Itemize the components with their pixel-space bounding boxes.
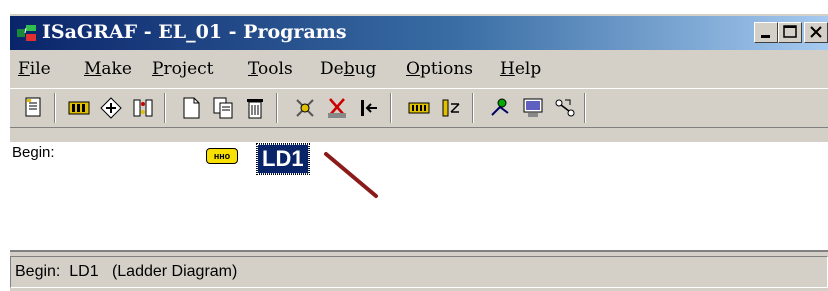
maximize-button[interactable] bbox=[778, 22, 802, 43]
io-board-icon[interactable] bbox=[406, 95, 432, 121]
title-bar[interactable]: ISaGRAF - EL_01 - Programs bbox=[10, 16, 828, 50]
begin-section-label: Begin: bbox=[12, 144, 55, 161]
close-icon bbox=[810, 26, 822, 38]
pointer-arrow-annotation bbox=[324, 152, 378, 198]
simulate-icon[interactable] bbox=[438, 95, 464, 121]
menu-help[interactable]: Help bbox=[500, 59, 541, 79]
program-item-ld1[interactable]: LD1 bbox=[256, 143, 310, 175]
toolbar-separator bbox=[390, 93, 392, 123]
status-text: Begin: LD1 (Ladder Diagram) bbox=[15, 263, 238, 280]
toolbar bbox=[10, 88, 828, 128]
close-button[interactable] bbox=[804, 22, 828, 43]
download-icon[interactable] bbox=[552, 95, 578, 121]
monitor-icon[interactable] bbox=[520, 95, 546, 121]
status-divider bbox=[10, 250, 828, 252]
toolbar-separator bbox=[276, 93, 278, 123]
window-title: ISaGRAF - EL_01 - Programs bbox=[42, 21, 347, 43]
io-connection-icon[interactable] bbox=[130, 95, 156, 121]
toolbar-separator bbox=[584, 93, 586, 123]
desktop-left bbox=[0, 0, 10, 291]
maximize-icon bbox=[783, 25, 797, 38]
program-list[interactable]: Begin: нно LD1 bbox=[10, 142, 828, 250]
minimize-button[interactable] bbox=[754, 22, 778, 43]
delete-program-icon[interactable] bbox=[242, 95, 268, 121]
connect-icon[interactable] bbox=[98, 95, 124, 121]
ladder-diagram-icon: нно bbox=[206, 148, 238, 164]
toolbar-separator bbox=[54, 93, 56, 123]
isagraf-app-icon bbox=[17, 25, 36, 41]
copy-program-icon[interactable] bbox=[210, 95, 236, 121]
menu-project[interactable]: Project bbox=[152, 59, 214, 79]
new-program-icon[interactable] bbox=[178, 95, 204, 121]
stop-icon[interactable] bbox=[324, 95, 350, 121]
menu-file[interactable]: File bbox=[18, 59, 51, 79]
desktop-top bbox=[0, 0, 828, 14]
menu-options[interactable]: Options bbox=[406, 59, 473, 79]
isagraf-window: ISaGRAF - EL_01 - Programs File Make Pro… bbox=[0, 0, 828, 291]
compile-icon[interactable] bbox=[292, 95, 318, 121]
toolbar-separator bbox=[472, 93, 474, 123]
menu-tools[interactable]: Tools bbox=[248, 59, 293, 79]
edit-program-icon[interactable] bbox=[20, 95, 46, 121]
toolbar-separator bbox=[164, 93, 166, 123]
menu-bar: File Make Project Tools Debug Options He… bbox=[10, 53, 828, 83]
status-bar: Begin: LD1 (Ladder Diagram) bbox=[10, 256, 828, 288]
debug-icon[interactable] bbox=[488, 95, 514, 121]
minimize-icon bbox=[761, 35, 770, 38]
menu-make[interactable]: Make bbox=[84, 59, 132, 79]
dictionary-icon[interactable] bbox=[66, 95, 92, 121]
link-icon[interactable] bbox=[356, 95, 382, 121]
menu-debug[interactable]: Debug bbox=[320, 59, 376, 79]
